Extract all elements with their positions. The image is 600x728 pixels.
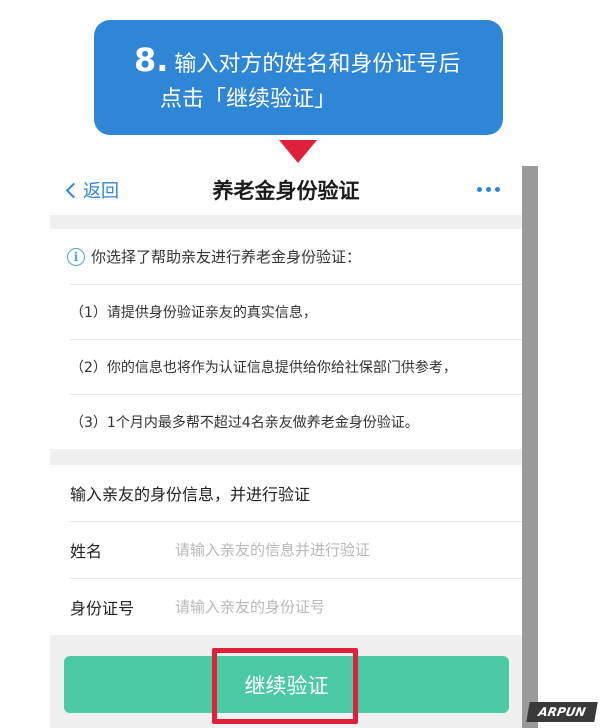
phone-screen: 返回 养老金身份验证 i 你选择了帮助亲友进行养老金身份验证： （1）请提供身份… bbox=[50, 163, 522, 728]
more-dots-icon[interactable] bbox=[477, 187, 500, 192]
notice-item: （1）请提供身份验证亲友的真实信息， bbox=[70, 284, 522, 339]
callout-text-2: 点击「继续验证」 bbox=[160, 87, 337, 112]
notice-heading-text: 你选择了帮助亲友进行养老金身份验证： bbox=[91, 248, 362, 266]
identity-form: 输入亲友的身份信息，并进行验证 姓名 身份证号 bbox=[50, 465, 522, 635]
dot bbox=[477, 187, 482, 192]
callout-text-1: 输入对方的姓名和身份证号后 bbox=[174, 52, 461, 77]
notice-section: i 你选择了帮助亲友进行养老金身份验证： （1）请提供身份验证亲友的真实信息， … bbox=[50, 229, 522, 449]
id-number-label: 身份证号 bbox=[70, 599, 135, 618]
name-label: 姓名 bbox=[70, 542, 103, 561]
form-heading: 输入亲友的身份信息，并进行验证 bbox=[70, 485, 311, 504]
step-number: 8. bbox=[134, 41, 169, 79]
id-number-input[interactable] bbox=[175, 598, 495, 616]
notice-item: （3）1个月内最多帮不超过4名亲友做养老金身份验证。 bbox=[70, 394, 522, 449]
callout-line-1: 8. 输入对方的姓名和身份证号后 bbox=[134, 42, 487, 83]
tutorial-highlight-box bbox=[212, 648, 358, 724]
notice-item: （2）你的信息也将作为认证信息提供给你给社保部门供参考， bbox=[70, 339, 522, 394]
callout-pointer-arrow-icon bbox=[279, 140, 317, 163]
section-divider bbox=[50, 215, 522, 229]
dot bbox=[495, 187, 500, 192]
name-input[interactable] bbox=[175, 541, 495, 559]
section-divider bbox=[50, 449, 522, 465]
id-number-row: 身份证号 bbox=[70, 578, 522, 635]
notice-heading: i 你选择了帮助亲友进行养老金身份验证： bbox=[50, 229, 522, 284]
watermark-logo: ARPUN bbox=[526, 702, 598, 722]
page-title: 养老金身份验证 bbox=[212, 179, 360, 203]
nav-bar: 返回 养老金身份验证 bbox=[50, 163, 522, 215]
tutorial-callout: 8. 输入对方的姓名和身份证号后 点击「继续验证」 bbox=[94, 20, 503, 135]
name-row: 姓名 bbox=[70, 521, 522, 578]
dot bbox=[486, 187, 491, 192]
scrollbar[interactable] bbox=[522, 166, 538, 728]
info-icon: i bbox=[67, 247, 85, 266]
